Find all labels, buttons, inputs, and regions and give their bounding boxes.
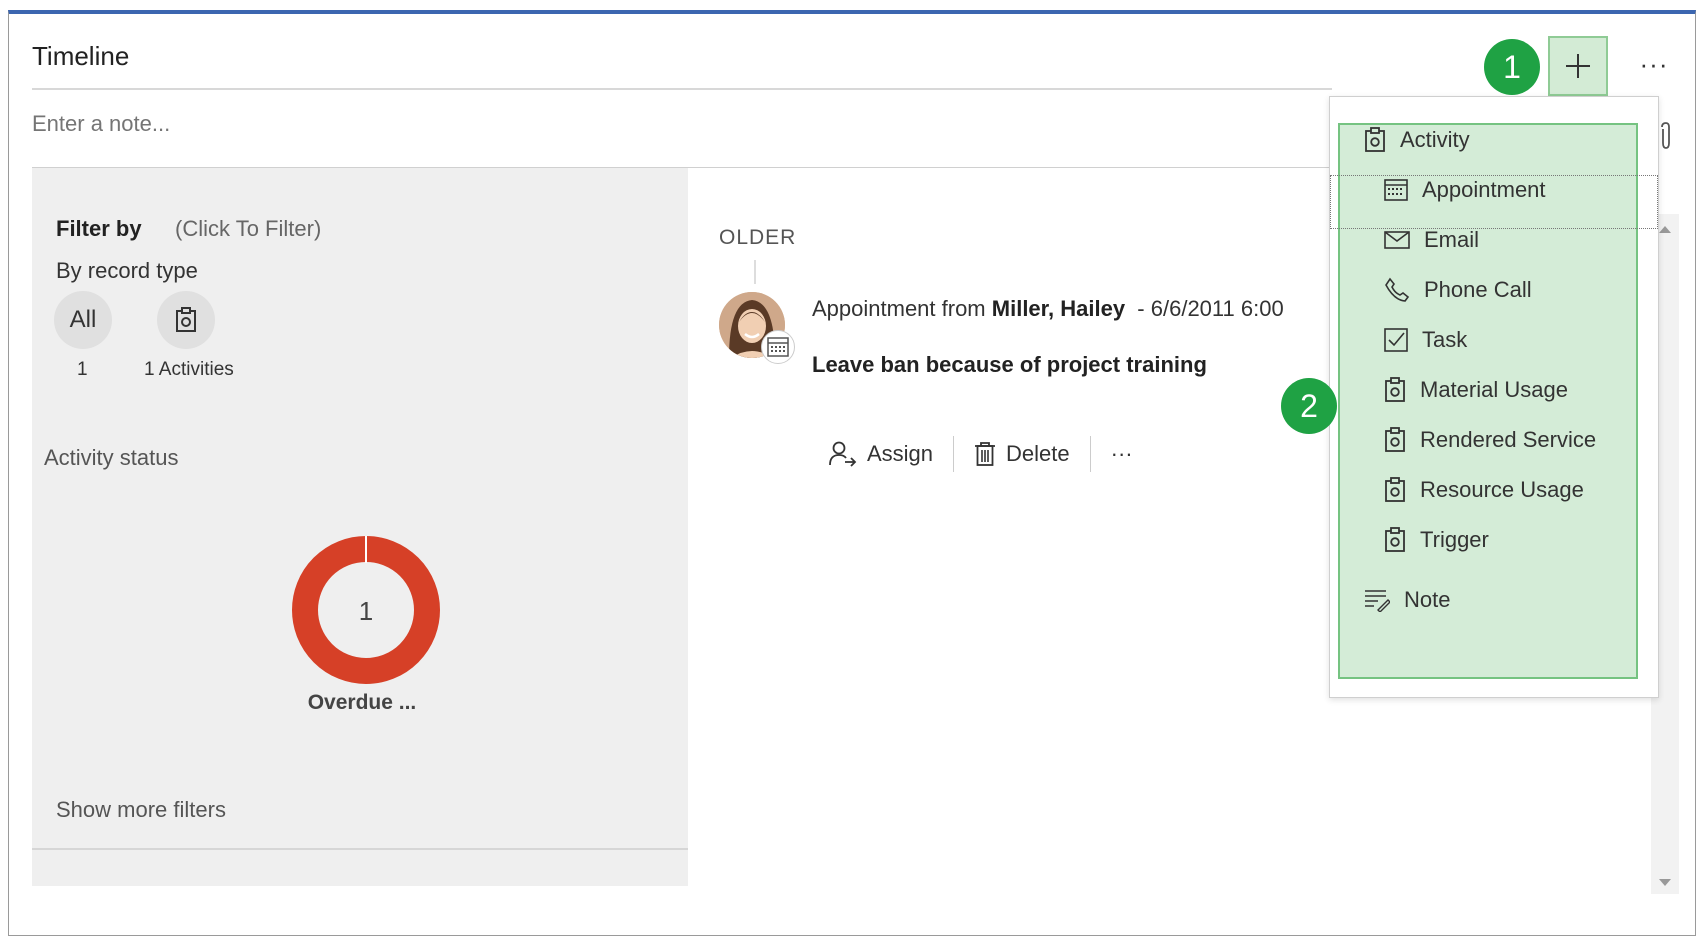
menu-item-task[interactable]: Task: [1384, 327, 1467, 353]
phone-icon: [1385, 277, 1410, 302]
assign-button[interactable]: Assign: [809, 441, 953, 467]
filter-panel: Filter by (Click To Filter) By record ty…: [32, 168, 688, 886]
item-more-label: ···: [1110, 441, 1133, 466]
assign-label: Assign: [867, 441, 934, 466]
menu-item-label: Task: [1422, 327, 1468, 352]
menu-item-phone-call[interactable]: Phone Call: [1384, 277, 1532, 303]
calendar-icon: [767, 337, 789, 357]
menu-item-note[interactable]: Note: [1364, 587, 1450, 613]
filter-activities-button[interactable]: [157, 291, 215, 349]
clipboard-gear-icon: [1385, 377, 1405, 402]
filter-hint: (Click To Filter): [175, 216, 322, 241]
envelope-icon: [1384, 231, 1410, 249]
overdue-donut-chart[interactable]: 1: [291, 535, 441, 685]
menu-item-label: Note: [1404, 587, 1451, 612]
timeline-connector: [754, 260, 756, 284]
menu-item-label: Activity: [1400, 127, 1470, 152]
item-date: 6/6/2011 6:00: [1150, 296, 1284, 321]
timeline-item-title[interactable]: Appointment from Miller, Hailey - 6/6/20…: [812, 296, 1284, 322]
menu-item-trigger[interactable]: Trigger: [1384, 527, 1489, 553]
by-record-type-label: By record type: [56, 258, 198, 283]
item-separator: -: [1137, 296, 1145, 321]
plus-icon: [1566, 54, 1590, 78]
item-title-prefix: Appointment from: [812, 296, 986, 321]
menu-item-appointment[interactable]: Appointment: [1384, 177, 1546, 203]
clipboard-gear-icon: [1385, 427, 1405, 452]
scroll-up-arrow-icon[interactable]: [1659, 226, 1671, 233]
clipboard-gear-icon: [1385, 527, 1405, 552]
menu-item-label: Rendered Service: [1420, 427, 1597, 452]
screenshot-root: Timeline Filter by (Click To Filter) By …: [0, 0, 1706, 945]
clipboard-gear-icon: [176, 307, 196, 332]
timeline-item-subject: Leave ban because of project training: [812, 352, 1207, 377]
menu-item-activity[interactable]: Activity: [1364, 127, 1470, 153]
delete-label: Delete: [1006, 441, 1070, 466]
attachment-icon[interactable]: [1658, 121, 1674, 156]
filter-bottom-divider: [32, 848, 688, 850]
filter-by-label: Filter by: [56, 216, 142, 241]
menu-item-label: Trigger: [1420, 527, 1489, 552]
create-menu-dropdown: Activity Appointment Email Phone Call Ta…: [1329, 96, 1659, 698]
menu-item-resource-usage[interactable]: Resource Usage: [1384, 477, 1584, 503]
note-input[interactable]: [32, 111, 932, 137]
clipboard-gear-icon: [1365, 127, 1385, 152]
filter-activities-count: 1 Activities: [144, 359, 234, 380]
timeline-more-button[interactable]: ···: [1629, 44, 1679, 84]
callout-badge-2: 2: [1281, 378, 1337, 434]
assign-person-icon: [829, 441, 857, 467]
title-divider: [32, 88, 1332, 90]
activity-status-label: Activity status: [44, 445, 179, 470]
clipboard-gear-icon: [1385, 477, 1405, 502]
menu-item-label: Material Usage: [1420, 377, 1568, 402]
menu-item-material-usage[interactable]: Material Usage: [1384, 377, 1568, 403]
create-record-button[interactable]: [1548, 36, 1608, 96]
timeline-frame: Timeline Filter by (Click To Filter) By …: [8, 10, 1696, 936]
filter-all-label: All: [69, 306, 97, 333]
trash-icon: [975, 442, 996, 466]
item-author: Miller, Hailey: [991, 296, 1126, 321]
appointment-badge: [761, 330, 795, 364]
calendar-icon: [1384, 179, 1408, 201]
show-more-filters-link[interactable]: Show more filters: [56, 797, 226, 823]
checkbox-icon: [1384, 328, 1408, 352]
menu-item-rendered-service[interactable]: Rendered Service: [1384, 427, 1596, 453]
timeline-title: Timeline: [32, 41, 130, 71]
delete-button[interactable]: Delete: [954, 441, 1090, 467]
item-actions-bar: Assign Delete ···: [809, 434, 1153, 474]
older-section-header: OLDER: [719, 226, 797, 249]
menu-item-email[interactable]: Email: [1384, 227, 1479, 253]
callout-badge-1: 1: [1484, 39, 1540, 95]
filter-all-count: 1: [77, 359, 88, 380]
menu-item-label: Phone Call: [1424, 277, 1532, 302]
menu-item-label: Email: [1424, 227, 1480, 252]
filter-all-button[interactable]: All: [54, 291, 112, 349]
donut-value: 1: [359, 596, 373, 626]
note-lines-icon: [1365, 590, 1390, 612]
menu-item-label: Appointment: [1422, 177, 1546, 202]
item-more-button[interactable]: ···: [1091, 441, 1153, 467]
menu-item-label: Resource Usage: [1420, 477, 1584, 502]
scroll-down-arrow-icon[interactable]: [1659, 879, 1671, 886]
donut-label: Overdue ...: [307, 691, 417, 714]
